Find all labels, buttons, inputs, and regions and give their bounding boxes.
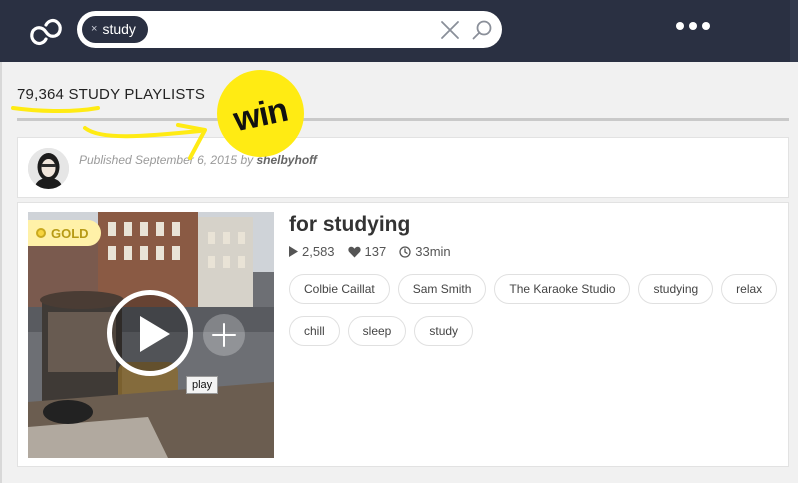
more-options-icon[interactable]	[676, 19, 714, 33]
win-badge: win	[217, 70, 304, 157]
duration-stat: 33min	[399, 244, 451, 259]
add-to-library-button[interactable]	[203, 314, 245, 356]
avatar[interactable]	[28, 148, 69, 189]
play-icon	[140, 316, 170, 352]
plays-count: 2,583	[302, 244, 335, 259]
tag-chip[interactable]: chill	[289, 316, 340, 346]
likes-stat[interactable]: 137	[347, 244, 387, 259]
tag-chip[interactable]: sleep	[347, 316, 407, 346]
playlist-card[interactable]: GOLD play for studying 2,583 137 33min C…	[17, 202, 789, 467]
remove-chip-icon[interactable]: ×	[91, 16, 97, 43]
plus-icon	[212, 323, 236, 347]
play-count-icon	[289, 246, 298, 257]
publication-info: Published September 6, 2015 by shelbyhof…	[79, 153, 317, 167]
publication-date-text: Published September 6, 2015 by	[79, 153, 254, 167]
clear-search-icon[interactable]	[439, 19, 461, 41]
heart-icon	[347, 246, 361, 257]
clock-icon	[399, 245, 411, 258]
publication-card: Published September 6, 2015 by shelbyhof…	[17, 137, 789, 198]
tag-chip[interactable]: Sam Smith	[397, 274, 487, 304]
tag-chip[interactable]: study	[414, 316, 474, 346]
results-count: 79,364 STUDY PLAYLISTS	[17, 86, 206, 103]
results-divider	[17, 118, 789, 121]
likes-count: 137	[364, 244, 387, 259]
tag-chip[interactable]: The Karaoke Studio	[494, 274, 631, 304]
top-nav-bar: × study	[0, 0, 798, 62]
search-tag-chip[interactable]: × study	[82, 16, 148, 43]
playlist-cover[interactable]: GOLD play	[28, 212, 274, 458]
tag-chip[interactable]: studying	[638, 274, 714, 304]
tag-chip[interactable]: relax	[721, 274, 778, 304]
search-chip-label: study	[102, 21, 136, 37]
play-tooltip: play	[186, 376, 219, 394]
tag-chip[interactable]: Colbie Caillat	[289, 274, 390, 304]
app-logo-icon[interactable]	[26, 12, 66, 52]
play-button[interactable]	[107, 290, 193, 376]
gold-badge-label: GOLD	[51, 225, 89, 241]
search-input[interactable]: × study	[77, 11, 502, 48]
win-label: win	[230, 90, 291, 140]
window-edge	[790, 0, 798, 62]
tag-list: Colbie Caillat Sam Smith The Karaoke Stu…	[289, 274, 779, 346]
plays-stat: 2,583	[289, 244, 335, 259]
duration-value: 33min	[415, 244, 451, 259]
search-icon[interactable]	[470, 18, 494, 42]
playlist-title[interactable]: for studying	[289, 213, 410, 237]
playlist-stats: 2,583 137 33min	[289, 244, 451, 259]
gold-coin-icon	[36, 228, 46, 238]
gold-badge: GOLD	[28, 220, 101, 246]
